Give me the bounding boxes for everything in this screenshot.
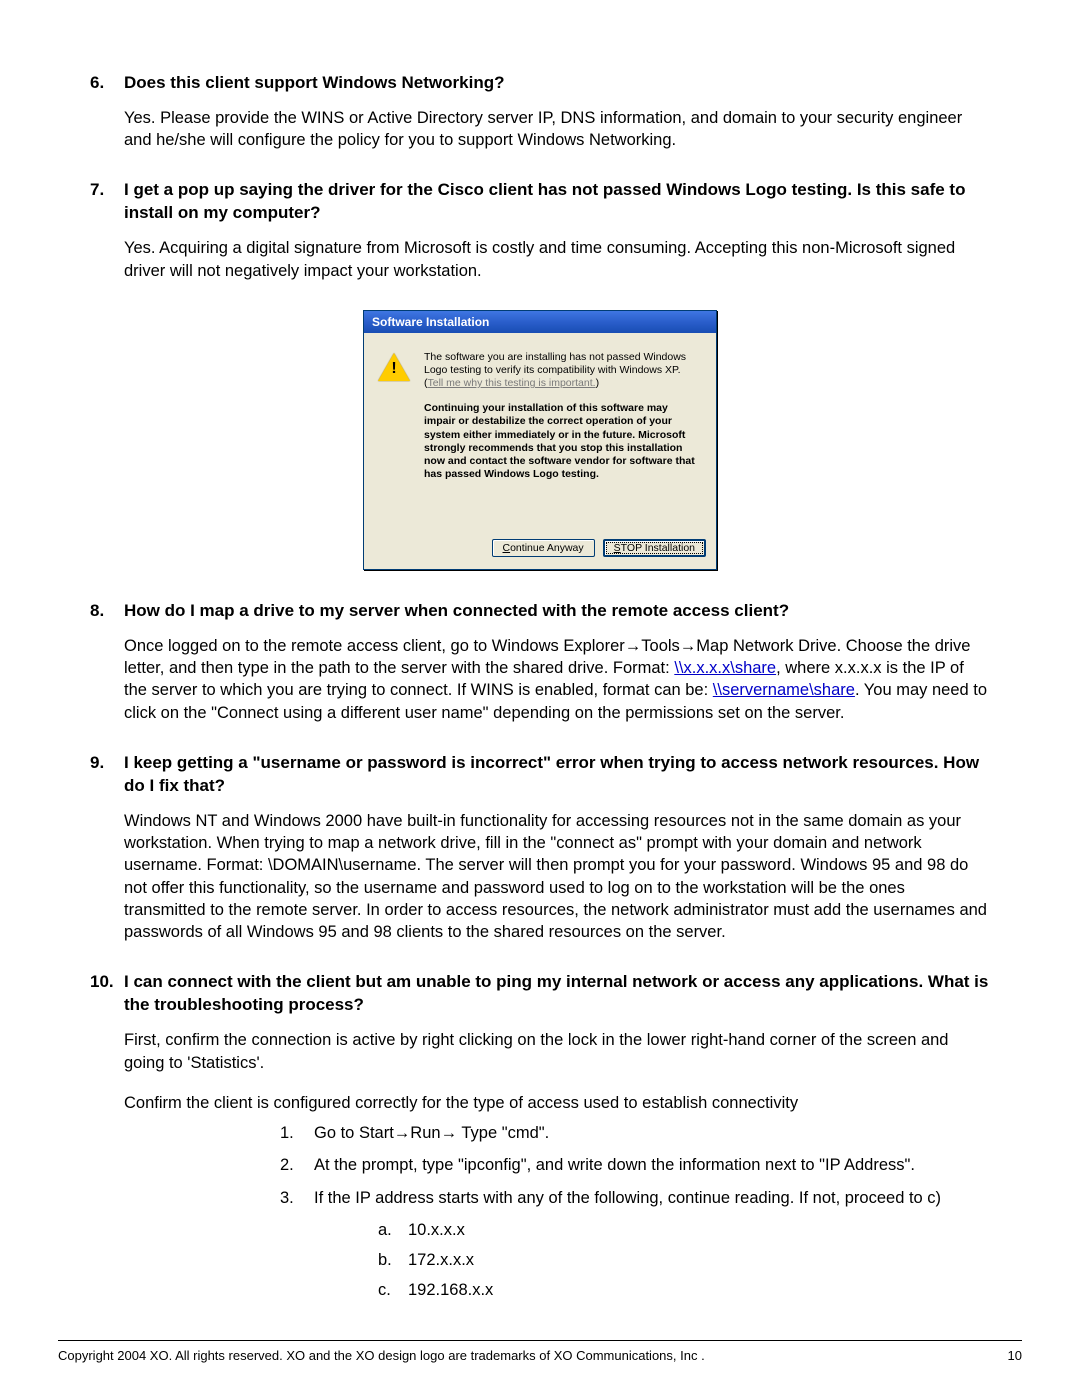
step-2: 2. At the prompt, type "ipconfig", and w… xyxy=(280,1154,990,1176)
arrow-icon: → xyxy=(625,637,642,655)
faq-item-6: 6. Does this client support Windows Netw… xyxy=(90,72,990,151)
footer-divider xyxy=(58,1340,1022,1341)
page-number: 10 xyxy=(1008,1348,1022,1363)
arrow-icon: → xyxy=(441,1124,458,1142)
faq-answer: Yes. Please provide the WINS or Active D… xyxy=(124,107,990,152)
faq-item-7: 7. I get a pop up saying the driver for … xyxy=(90,179,990,281)
ip-prefix-b: b. 172.x.x.x xyxy=(378,1249,990,1271)
faq-answer: Once logged on to the remote access clie… xyxy=(124,635,990,724)
unc-path-link-name[interactable]: \\servername\share xyxy=(713,681,855,699)
ip-prefix-list: a. 10.x.x.x b. 172.x.x.x c. 192.168.x.x xyxy=(378,1219,990,1302)
dialog-paragraph-1b: ) xyxy=(596,377,600,389)
faq-item-8: 8. How do I map a drive to my server whe… xyxy=(90,600,990,724)
windows-dialog: Software Installation ! The software you… xyxy=(363,310,717,570)
arrow-icon: → xyxy=(680,637,697,655)
continue-anyway-button[interactable]: Continue Anyway xyxy=(492,539,595,557)
ip-prefix-c: c. 192.168.x.x xyxy=(378,1279,990,1301)
faq-question: I get a pop up saying the driver for the… xyxy=(124,179,990,225)
faq-number: 6. xyxy=(90,72,124,95)
dialog-message: The software you are installing has not … xyxy=(424,351,702,481)
copyright-text: Copyright 2004 XO. All rights reserved. … xyxy=(58,1348,705,1363)
page-footer: Copyright 2004 XO. All rights reserved. … xyxy=(58,1348,1022,1363)
dialog-title-bar: Software Installation xyxy=(364,311,716,333)
faq-answer: Windows NT and Windows 2000 have built-i… xyxy=(124,810,990,944)
dialog-paragraph-2: Continuing your installation of this sof… xyxy=(424,402,702,481)
unc-path-link-ip[interactable]: \\x.x.x.x\share xyxy=(674,659,776,677)
faq-question: Does this client support Windows Network… xyxy=(124,72,990,95)
screenshot-software-installation-dialog: Software Installation ! The software you… xyxy=(90,310,990,570)
faq-answer-p1: First, confirm the connection is active … xyxy=(124,1029,990,1074)
faq-answer: Yes. Acquiring a digital signature from … xyxy=(124,237,990,282)
faq-question: I can connect with the client but am una… xyxy=(124,971,990,1017)
tell-me-why-link[interactable]: Tell me why this testing is important. xyxy=(428,377,596,389)
stop-installation-button[interactable]: STOP Installation xyxy=(603,539,706,557)
step-1: 1. Go to Start→Run→ Type "cmd". xyxy=(280,1122,990,1144)
step-3: 3. If the IP address starts with any of … xyxy=(280,1187,990,1209)
faq-item-10: 10. I can connect with the client but am… xyxy=(90,971,990,1301)
document-page: 6. Does this client support Windows Netw… xyxy=(0,0,1080,1397)
faq-question: I keep getting a "username or password i… xyxy=(124,752,990,798)
faq-answer-p2: Confirm the client is configured correct… xyxy=(124,1092,990,1114)
warning-icon: ! xyxy=(378,353,410,381)
faq-item-9: 9. I keep getting a "username or passwor… xyxy=(90,752,990,943)
faq-number: 8. xyxy=(90,600,124,623)
faq-number: 10. xyxy=(90,971,124,994)
arrow-icon: → xyxy=(394,1124,411,1142)
faq-number: 7. xyxy=(90,179,124,202)
faq-number: 9. xyxy=(90,752,124,775)
troubleshoot-steps: 1. Go to Start→Run→ Type "cmd". 2. At th… xyxy=(280,1122,990,1302)
ip-prefix-a: a. 10.x.x.x xyxy=(378,1219,990,1241)
faq-question: How do I map a drive to my server when c… xyxy=(124,600,990,623)
